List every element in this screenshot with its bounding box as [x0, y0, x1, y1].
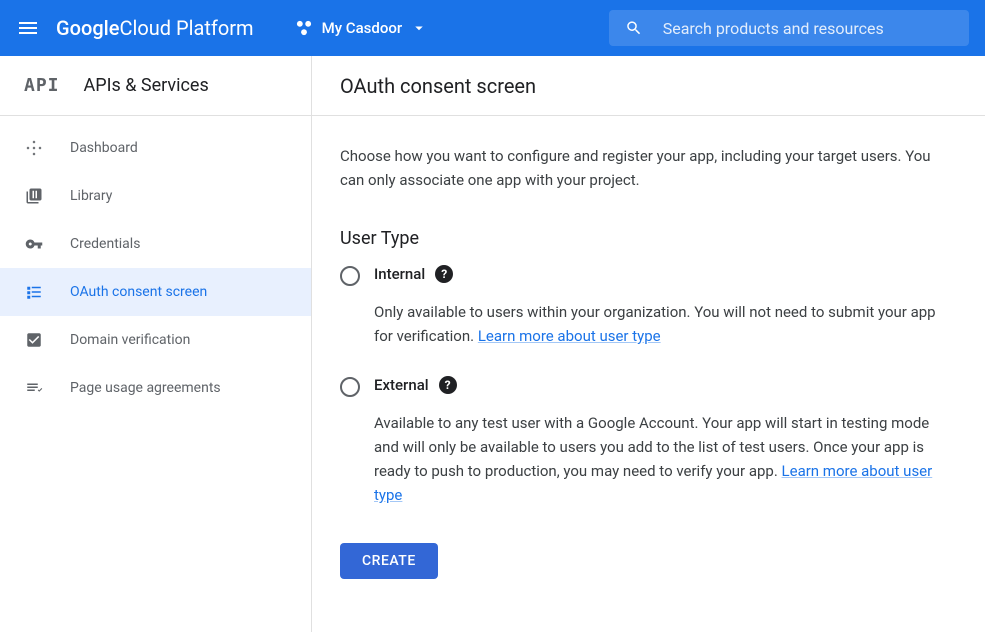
radio-external[interactable] — [340, 377, 360, 397]
section-title: User Type — [340, 228, 957, 249]
radio-option-external: External ? — [340, 376, 957, 397]
search-icon — [625, 18, 643, 38]
nav-label: Page usage agreements — [70, 380, 221, 396]
dashboard-icon — [24, 138, 44, 158]
nav-label: Library — [70, 188, 112, 204]
nav-label: Dashboard — [70, 140, 138, 156]
main-body: Choose how you want to configure and reg… — [312, 116, 985, 607]
search-input[interactable] — [663, 19, 953, 38]
nav-item-credentials[interactable]: Credentials — [0, 220, 311, 268]
consent-icon — [24, 282, 44, 302]
intro-text: Choose how you want to configure and reg… — [340, 144, 957, 192]
api-logo: API — [24, 75, 60, 96]
nav-label: Domain verification — [70, 332, 190, 348]
chevron-down-icon — [410, 19, 428, 37]
option-desc-internal: Only available to users within your orga… — [374, 300, 957, 348]
option-header: Internal ? — [374, 265, 453, 283]
project-icon — [294, 18, 314, 38]
option-header: External ? — [374, 376, 457, 394]
nav-item-domain-verification[interactable]: Domain verification — [0, 316, 311, 364]
sidebar-title: APIs & Services — [84, 75, 209, 96]
project-selector[interactable]: My Casdoor — [286, 18, 437, 38]
main-content: OAuth consent screen Choose how you want… — [312, 56, 985, 632]
project-name: My Casdoor — [322, 19, 403, 37]
hamburger-menu-icon[interactable] — [16, 16, 40, 40]
radio-internal[interactable] — [340, 266, 360, 286]
nav-item-dashboard[interactable]: Dashboard — [0, 124, 311, 172]
platform-logo[interactable]: Google Cloud Platform — [56, 16, 254, 40]
key-icon — [24, 234, 44, 254]
page-title: OAuth consent screen — [340, 74, 536, 98]
library-icon — [24, 186, 44, 206]
top-bar: Google Cloud Platform My Casdoor — [0, 0, 985, 56]
option-label: Internal — [374, 265, 425, 283]
option-label: External — [374, 376, 429, 394]
search-box[interactable] — [609, 10, 969, 46]
radio-option-internal: Internal ? — [340, 265, 957, 286]
agreement-icon — [24, 378, 44, 398]
help-icon[interactable]: ? — [435, 265, 453, 283]
learn-more-link[interactable]: Learn more about user type — [478, 327, 661, 345]
nav-item-page-usage[interactable]: Page usage agreements — [0, 364, 311, 412]
sidebar-header: API APIs & Services — [0, 56, 311, 116]
content-wrapper: API APIs & Services Dashboard Library — [0, 56, 985, 632]
main-header: OAuth consent screen — [312, 56, 985, 116]
help-icon[interactable]: ? — [439, 376, 457, 394]
logo-bold: Google — [56, 16, 119, 40]
nav-label: OAuth consent screen — [70, 284, 207, 300]
sidebar: API APIs & Services Dashboard Library — [0, 56, 312, 632]
sidebar-nav: Dashboard Library Credentials OAuth cons… — [0, 116, 311, 420]
option-desc-external: Available to any test user with a Google… — [374, 411, 957, 507]
logo-rest: Cloud Platform — [119, 16, 253, 40]
domain-icon — [24, 330, 44, 350]
nav-label: Credentials — [70, 236, 140, 252]
nav-item-library[interactable]: Library — [0, 172, 311, 220]
nav-item-oauth-consent[interactable]: OAuth consent screen — [0, 268, 311, 316]
create-button[interactable]: CREATE — [340, 543, 438, 579]
